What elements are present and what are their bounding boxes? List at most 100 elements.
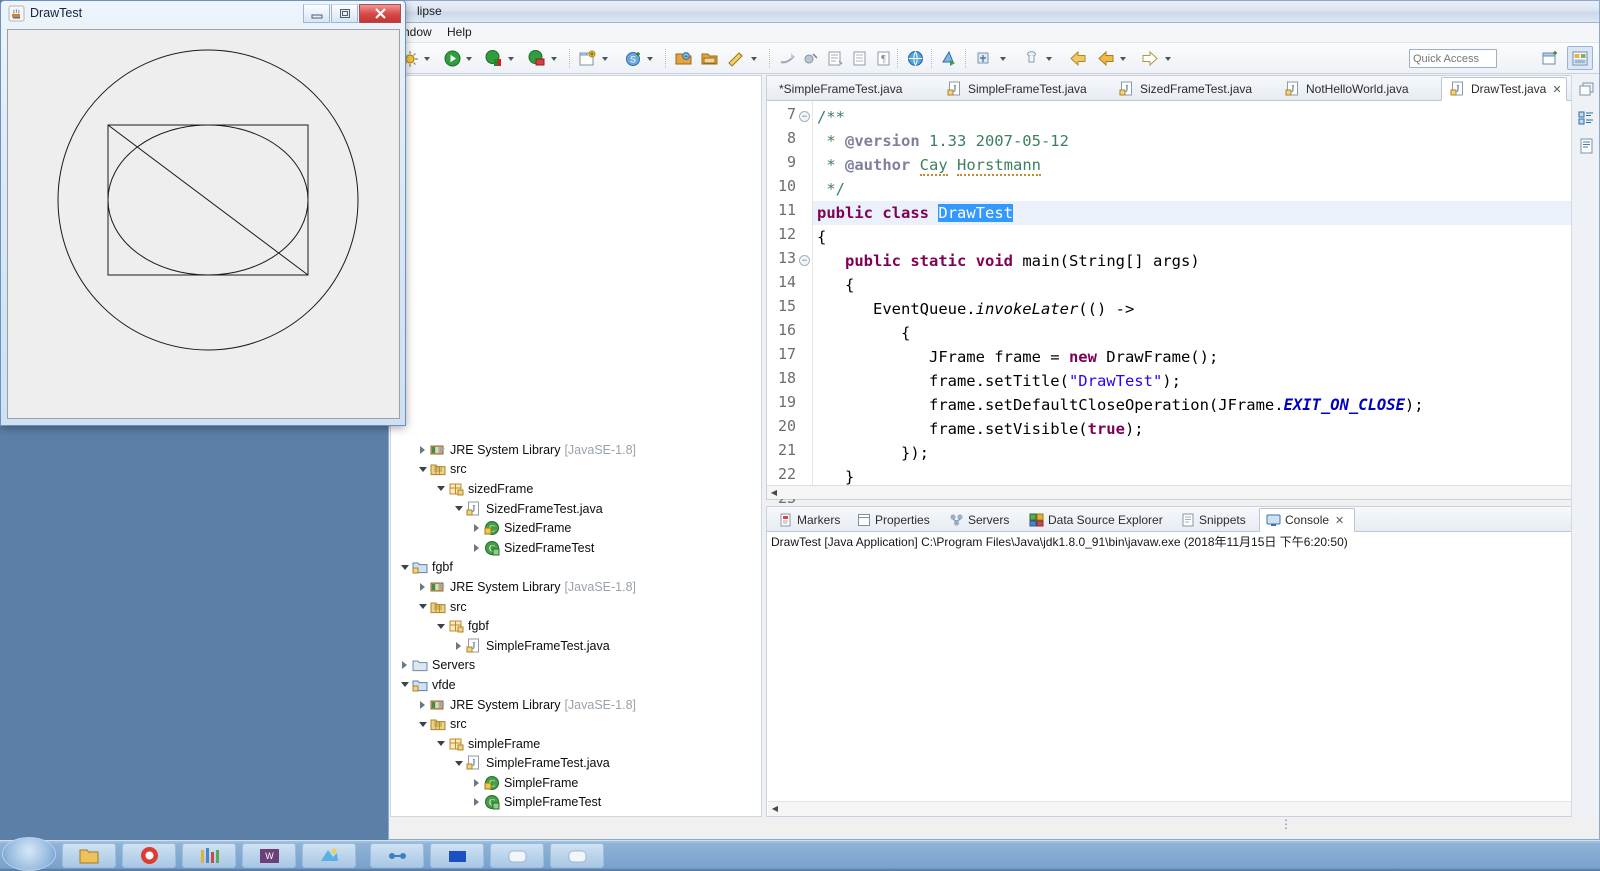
tree-item-src[interactable]: src	[391, 597, 761, 617]
editor-tab-sizedframetest-java[interactable]: JSizedFrameTest.java	[1111, 77, 1271, 101]
taskbar-app-icon-8[interactable]	[490, 843, 544, 868]
forward-icon[interactable]	[1097, 48, 1115, 69]
editor-horizontal-scrollbar[interactable]: ◀ ▶	[767, 485, 1600, 499]
open-task-icon[interactable]	[701, 48, 719, 69]
taskbar-app-icon-6[interactable]	[370, 843, 424, 868]
tree-item-sizedframetest[interactable]: CSizedFrameTest	[391, 538, 761, 558]
editor-tab-simpleframetest-java[interactable]: JSimpleFrameTest.java	[939, 77, 1105, 101]
taskbar-explorer-icon[interactable]	[62, 843, 116, 868]
toggle-mark-occurrences-icon[interactable]	[779, 48, 796, 69]
back-icon[interactable]	[1069, 48, 1087, 69]
tree-item-sizedframe[interactable]: CSizedFrame	[391, 518, 761, 538]
editor-tab-simpleframetest-java[interactable]: *SimpleFrameTest.java	[771, 77, 931, 101]
chevron-down-icon[interactable]	[399, 562, 410, 573]
chevron-down-icon[interactable]	[435, 483, 446, 494]
package-explorer-tree[interactable]: JRE System Library[JavaSE-1.8]srcsizedFr…	[391, 440, 761, 812]
tree-item-sizedframetest-java[interactable]: JSizedFrameTest.java	[391, 499, 761, 519]
chevron-right-icon[interactable]	[417, 581, 428, 592]
new-java-project-icon[interactable]	[579, 48, 597, 69]
menu-item-window[interactable]: ndow	[403, 25, 432, 39]
debug-icon[interactable]	[485, 48, 502, 69]
tree-item-src[interactable]: src	[391, 714, 761, 734]
taskbar-browser-icon[interactable]	[122, 843, 176, 868]
menu-item-help[interactable]: Help	[447, 25, 472, 39]
chevron-right-icon[interactable]	[471, 777, 482, 788]
tree-item-jre-system-library[interactable]: JRE System Library[JavaSE-1.8]	[391, 695, 761, 715]
run-icon[interactable]	[444, 48, 461, 69]
forward-dropdown-icon[interactable]	[1120, 48, 1126, 69]
chevron-down-icon[interactable]	[453, 503, 464, 514]
drawtest-minimize-button[interactable]	[303, 4, 330, 23]
editor-line-number-gutter[interactable]: 7−8910111213−14151617181920212223	[767, 101, 813, 485]
console-tab-servers[interactable]: Servers	[943, 508, 1021, 532]
taskbar-app-icon-4[interactable]: W	[242, 843, 296, 868]
open-task-repository-icon[interactable]	[975, 48, 992, 69]
new-task-icon[interactable]	[1023, 48, 1040, 69]
console-tab-properties[interactable]: Properties	[851, 508, 939, 532]
tree-item-simpleframe[interactable]: CSimpleFrame	[391, 773, 761, 793]
fast-view-handle[interactable]: ⋮	[1280, 817, 1293, 831]
task-list-icon[interactable]	[1575, 135, 1597, 157]
new-task-dropdown-icon[interactable]	[1046, 48, 1052, 69]
windows-taskbar[interactable]: W	[0, 840, 1600, 869]
tree-item-jre-system-library[interactable]: JRE System Library[JavaSE-1.8]	[391, 577, 761, 597]
skip-all-breakpoints-icon[interactable]	[803, 48, 820, 69]
close-icon[interactable]: ✕	[1552, 83, 1561, 96]
new-java-project-dropdown-icon[interactable]	[602, 48, 608, 69]
drawtest-maximize-button[interactable]	[331, 4, 358, 23]
package-explorer-view[interactable]: JRE System Library[JavaSE-1.8]srcsizedFr…	[390, 75, 762, 817]
java-ee-perspective-button[interactable]	[1567, 46, 1593, 70]
chevron-down-icon[interactable]	[399, 679, 410, 690]
close-icon[interactable]: ✕	[1335, 514, 1344, 527]
debug-dropdown-icon[interactable]	[508, 48, 514, 69]
open-perspective-icon[interactable]	[941, 48, 958, 69]
drawtest-title-bar[interactable]: DrawTest	[1, 1, 405, 27]
search-marker-dropdown-icon[interactable]	[751, 48, 757, 69]
chevron-right-icon[interactable]	[471, 523, 482, 534]
new-server-icon[interactable]: S	[625, 48, 642, 69]
open-type-icon[interactable]	[675, 48, 693, 69]
tree-item-jre-system-library[interactable]: JRE System Library[JavaSE-1.8]	[391, 440, 761, 460]
drawtest-java-window[interactable]: DrawTest	[0, 0, 406, 426]
console-tab-snippets[interactable]: Snippets	[1175, 508, 1257, 532]
chevron-right-icon[interactable]	[417, 699, 428, 710]
next-annotation-icon[interactable]	[827, 48, 844, 69]
tree-item-src[interactable]: src	[391, 460, 761, 480]
chevron-down-icon[interactable]	[417, 464, 428, 475]
chevron-right-icon[interactable]	[471, 797, 482, 808]
open-perspective-button[interactable]	[1537, 46, 1563, 70]
previous-annotation-icon[interactable]	[851, 48, 868, 69]
chevron-right-icon[interactable]	[453, 640, 464, 651]
tree-item-fgbf[interactable]: fgbf	[391, 616, 761, 636]
open-web-browser-icon[interactable]	[907, 48, 924, 69]
run-external-dropdown-icon[interactable]	[551, 48, 557, 69]
tree-item-fgbf[interactable]: fgbf	[391, 558, 761, 578]
last-edit-location-icon[interactable]: ¶	[875, 48, 892, 69]
search-marker-icon[interactable]	[727, 48, 745, 69]
chevron-down-icon[interactable]	[417, 719, 428, 730]
editor-tab-drawtest-java[interactable]: JDrawTest.java✕	[1441, 77, 1567, 101]
console-horizontal-scrollbar[interactable]: ◀ ▶	[768, 801, 1600, 816]
console-tab-data-source-explorer[interactable]: Data Source Explorer	[1023, 508, 1173, 532]
taskbar-media-icon[interactable]	[182, 843, 236, 868]
task-repository-dropdown-icon[interactable]	[1000, 48, 1006, 69]
forward-nav-icon[interactable]	[1141, 48, 1159, 69]
quick-access-input[interactable]	[1409, 49, 1497, 68]
chevron-right-icon[interactable]	[471, 542, 482, 553]
tree-item-simpleframe[interactable]: simpleFrame	[391, 734, 761, 754]
chevron-right-icon[interactable]	[399, 660, 410, 671]
console-output[interactable]	[768, 550, 1600, 800]
tree-item-simpleframetest[interactable]: CSimpleFrameTest	[391, 793, 761, 813]
tree-item-sizedframe[interactable]: sizedFrame	[391, 479, 761, 499]
forward-nav-dropdown-icon[interactable]	[1165, 48, 1171, 69]
editor-body[interactable]: 7−8910111213−14151617181920212223 /** * …	[767, 101, 1600, 499]
taskbar-app-icon-5[interactable]	[302, 843, 356, 868]
chevron-down-icon[interactable]	[435, 738, 446, 749]
tree-item-simpleframetest-java[interactable]: JSimpleFrameTest.java	[391, 636, 761, 656]
fold-collapse-icon[interactable]: −	[799, 111, 810, 122]
new-wizard-dropdown-icon[interactable]	[424, 48, 430, 69]
editor-code-area[interactable]: /** * @version 1.33 2007-05-12 * @author…	[813, 101, 1600, 485]
start-button[interactable]	[2, 837, 56, 871]
chevron-right-icon[interactable]	[417, 444, 428, 455]
console-tab-console[interactable]: Console✕	[1259, 508, 1355, 532]
